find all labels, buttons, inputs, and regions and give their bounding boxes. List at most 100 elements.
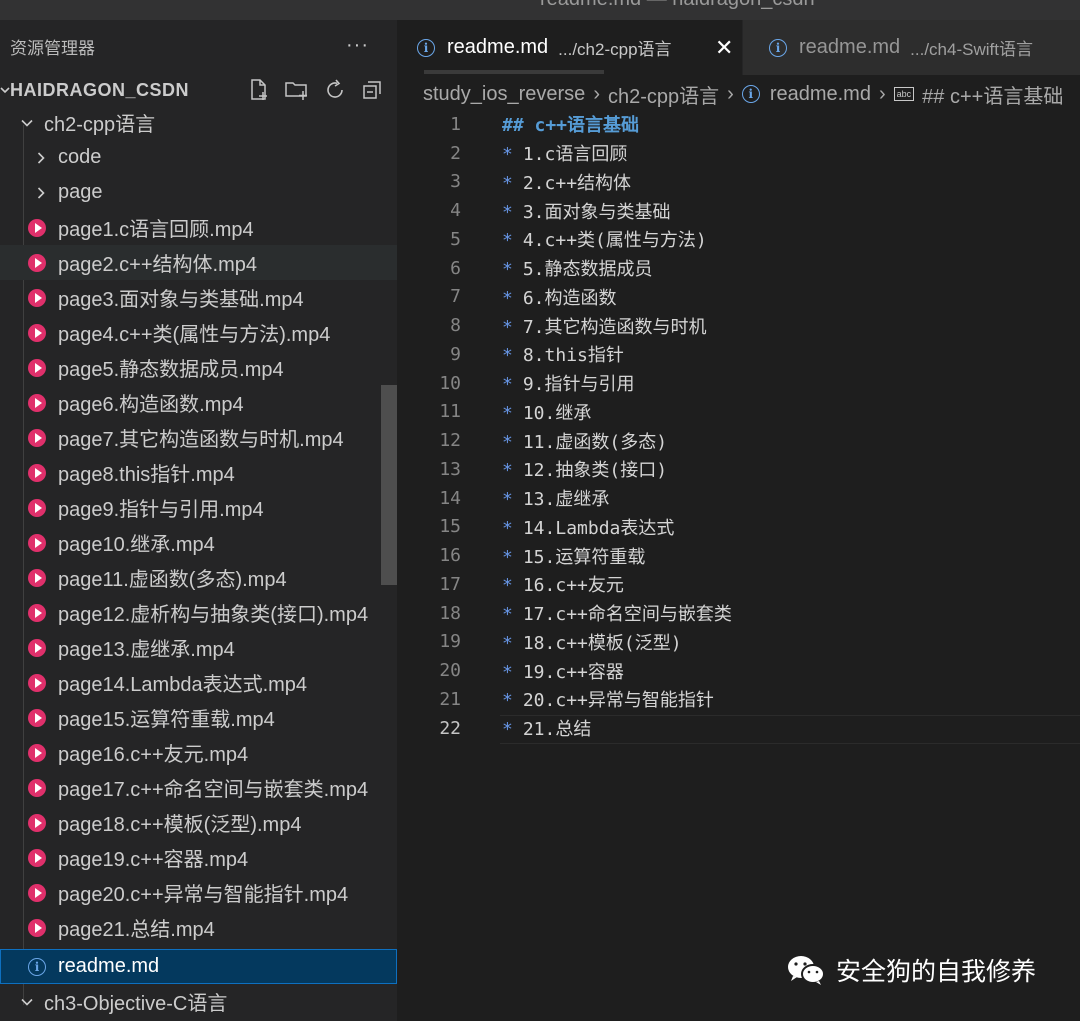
code-line: 13 * 12.抽象类(接口) (397, 455, 1080, 484)
tab-readme-ch4[interactable]: i readme.md .../ch4-Swift语言 (742, 20, 1080, 75)
collapse-all-icon[interactable] (359, 76, 387, 104)
tree-folder-ch3[interactable]: ch3-Objective-C语言 (0, 984, 397, 1019)
tree-file[interactable]: page14.Lambda表达式.mp4 (0, 665, 397, 700)
list-bullet: * (502, 575, 513, 597)
tree-folder-code[interactable]: code (0, 140, 397, 175)
tree-folder-page[interactable]: page (0, 175, 397, 210)
list-bullet: * (502, 287, 513, 309)
tree-file[interactable]: page5.静态数据成员.mp4 (0, 350, 397, 385)
breadcrumb-file-label: readme.md (769, 82, 871, 105)
list-bullet: * (502, 460, 513, 482)
tree-file[interactable]: page9.指针与引用.mp4 (0, 490, 397, 525)
chevron-down-icon (20, 995, 44, 1009)
video-file-icon (28, 638, 46, 657)
tree-file[interactable]: page13.虚继承.mp4 (0, 630, 397, 665)
sidebar-scrollbar[interactable] (381, 385, 397, 585)
tree-folder-ch2[interactable]: ch2-cpp语言 (0, 105, 397, 140)
tree-file[interactable]: page19.c++容器.mp4 (0, 840, 397, 875)
code-line: 3 * 2.c++结构体 (397, 168, 1080, 197)
breadcrumb-item[interactable]: ch2-cpp语言 (608, 80, 719, 109)
line-text: 16.c++友元 (522, 575, 624, 597)
chevron-right-icon: › (878, 82, 886, 105)
tree-file[interactable]: page2.c++结构体.mp4 (0, 245, 397, 280)
tree-file[interactable]: page6.构造函数.mp4 (0, 385, 397, 420)
line-text: 11.虚函数(多态) (522, 431, 668, 453)
video-file-icon (28, 288, 46, 307)
editor-tabs: i readme.md .../ch2-cpp语言 ✕ i readme.md … (397, 20, 1080, 75)
tab-path: .../ch2-cpp语言 (558, 40, 672, 59)
video-file-icon (28, 883, 46, 902)
workspace-root-row[interactable]: HAIDRAGON_CSDN (0, 72, 397, 108)
tab-readme-ch2[interactable]: i readme.md .../ch2-cpp语言 ✕ (397, 20, 742, 75)
breadcrumb-item[interactable]: study_ios_reverse (423, 83, 585, 106)
tree-file[interactable]: page20.c++异常与智能指针.mp4 (0, 875, 397, 910)
list-bullet: * (502, 259, 513, 281)
line-text: 19.c++容器 (522, 661, 624, 683)
more-actions-button[interactable]: ··· (346, 34, 369, 57)
tree-file[interactable]: page17.c++命名空间与嵌套类.mp4 (0, 770, 397, 805)
line-text: 17.c++命名空间与嵌套类 (522, 604, 732, 626)
tree-file[interactable]: page16.c++友元.mp4 (0, 735, 397, 770)
breadcrumb: study_ios_reverse › ch2-cpp语言 › i readme… (397, 75, 1080, 113)
line-number: 20 (439, 660, 461, 682)
line-number: 17 (439, 573, 461, 595)
code-line: 17 * 16.c++友元 (397, 570, 1080, 599)
tree-file-readme[interactable]: i readme.md (0, 949, 397, 984)
line-number: 2 (450, 142, 461, 164)
line-text: 6.构造函数 (522, 287, 617, 309)
line-number: 12 (439, 430, 461, 452)
tree-item-label: page6.构造函数.mp4 (58, 394, 244, 416)
tree-file[interactable]: page7.其它构造函数与时机.mp4 (0, 420, 397, 455)
code-line: 5 * 4.c++类(属性与方法) (397, 225, 1080, 254)
video-file-icon (28, 848, 46, 867)
info-icon: i (741, 85, 760, 103)
tab-label: readme.md (447, 36, 549, 58)
tree-item-label: readme.md (58, 955, 160, 977)
info-icon: i (769, 38, 787, 57)
tree-file[interactable]: page12.虚析构与抽象类(接口).mp4 (0, 595, 397, 630)
list-bullet: * (502, 230, 513, 252)
line-text: 7.其它构造函数与时机 (522, 316, 707, 338)
breadcrumb-file[interactable]: i readme.md (741, 82, 871, 106)
tree-file[interactable]: page18.c++模板(泛型).mp4 (0, 805, 397, 840)
line-number: 10 (439, 372, 461, 394)
line-number: 6 (450, 257, 461, 279)
tree-file[interactable]: page21.总结.mp4 (0, 910, 397, 945)
line-number: 11 (439, 401, 461, 423)
tab-path: .../ch4-Swift语言 (910, 40, 1033, 59)
tree-item-label: page13.虚继承.mp4 (58, 639, 235, 661)
tree-file[interactable]: page10.继承.mp4 (0, 525, 397, 560)
line-number: 3 (450, 171, 461, 193)
line-text: ## c++语言基础 (502, 115, 640, 137)
explorer-sidebar: 资源管理器 ··· HAIDRAGON_CSDN ch2-cpp语言 code … (0, 20, 397, 1021)
new-file-icon[interactable] (245, 76, 273, 104)
line-text: 20.c++异常与智能指针 (522, 690, 714, 712)
explorer-actions (245, 76, 387, 104)
tree-file[interactable]: page8.this指针.mp4 (0, 455, 397, 490)
code-line: 7 * 6.构造函数 (397, 283, 1080, 312)
list-bullet: * (502, 316, 513, 338)
code-line: 11 * 10.继承 (397, 398, 1080, 427)
code-line: 4 * 3.面对象与类基础 (397, 196, 1080, 225)
tree-file[interactable]: page11.虚函数(多态).mp4 (0, 560, 397, 595)
video-file-icon (28, 603, 46, 622)
breadcrumb-symbol[interactable]: abc ## c++语言基础 (893, 80, 1063, 109)
line-text: 13.虚继承 (522, 489, 610, 511)
tree-file[interactable]: page1.c语言回顾.mp4 (0, 210, 397, 245)
list-bullet: * (502, 546, 513, 568)
explorer-title: 资源管理器 (10, 38, 95, 58)
line-text: 3.面对象与类基础 (522, 201, 671, 223)
line-number: 9 (450, 343, 461, 365)
tree-file[interactable]: page3.面对象与类基础.mp4 (0, 280, 397, 315)
video-file-icon (28, 743, 46, 762)
tree-file[interactable]: page15.运算符重载.mp4 (0, 700, 397, 735)
video-file-icon (28, 218, 46, 237)
list-bullet: * (502, 374, 513, 396)
tree-item-label: page1.c语言回顾.mp4 (58, 219, 254, 241)
refresh-icon[interactable] (321, 76, 349, 104)
tab-scrollbar[interactable] (424, 70, 604, 74)
code-line: 12 * 11.虚函数(多态) (397, 426, 1080, 455)
tree-file[interactable]: page4.c++类(属性与方法).mp4 (0, 315, 397, 350)
close-icon[interactable]: ✕ (715, 35, 733, 61)
new-folder-icon[interactable] (283, 76, 311, 104)
